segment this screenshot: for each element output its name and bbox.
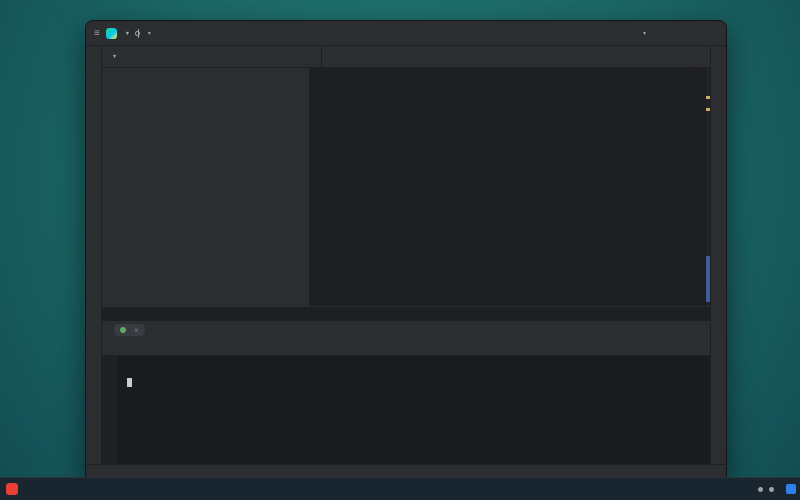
maximize-button[interactable] — [686, 23, 704, 43]
csdn-watermark — [698, 478, 702, 500]
chevron-down-icon: ▾ — [126, 30, 129, 37]
breadcrumb — [102, 306, 710, 320]
left-tool-strip — [86, 46, 102, 464]
title-bar: ≡ ▾ ▾ ▾ — [86, 21, 726, 46]
project-pane-header[interactable]: ▾ — [102, 46, 322, 67]
right-tool-strip — [710, 46, 726, 464]
debug-session-tab[interactable]: × — [114, 324, 145, 336]
main-menu-icon[interactable]: ≡ — [94, 28, 100, 39]
notification-center-icon[interactable] — [786, 484, 796, 494]
volume-icon[interactable] — [769, 487, 774, 492]
branch-icon — [135, 29, 142, 38]
chevron-down-icon: ▾ — [148, 30, 151, 37]
pycharm-window: ≡ ▾ ▾ ▾ — [85, 20, 727, 480]
project-widget[interactable]: ▾ — [123, 30, 129, 37]
debug-bug-icon — [120, 327, 126, 333]
console-output[interactable] — [119, 356, 710, 464]
news-widget[interactable] — [6, 478, 22, 500]
debug-toolbar — [102, 339, 710, 356]
inspections-widget[interactable] — [692, 70, 698, 72]
window-controls — [668, 23, 722, 43]
taskbar — [0, 477, 800, 500]
chevron-down-icon: ▾ — [113, 53, 116, 60]
console-tool-column — [102, 356, 119, 464]
debug-panel-header: × — [102, 320, 710, 339]
minimize-button[interactable] — [668, 23, 686, 43]
editor-scrollbar[interactable] — [706, 68, 710, 306]
run-config-widget[interactable]: ▾ — [640, 30, 646, 37]
network-icon[interactable] — [758, 487, 763, 492]
chevron-down-icon: ▾ — [643, 30, 646, 37]
project-tree — [102, 68, 310, 306]
close-icon[interactable]: × — [134, 326, 139, 335]
close-button[interactable] — [704, 23, 722, 43]
pycharm-logo-icon — [106, 28, 117, 39]
console-caret — [127, 378, 132, 387]
tab-bar: ▾ — [102, 46, 710, 68]
vcs-widget[interactable]: ▾ — [135, 29, 151, 38]
code-editor[interactable] — [310, 68, 710, 306]
system-tray — [746, 478, 796, 500]
news-widget-icon — [6, 483, 18, 495]
